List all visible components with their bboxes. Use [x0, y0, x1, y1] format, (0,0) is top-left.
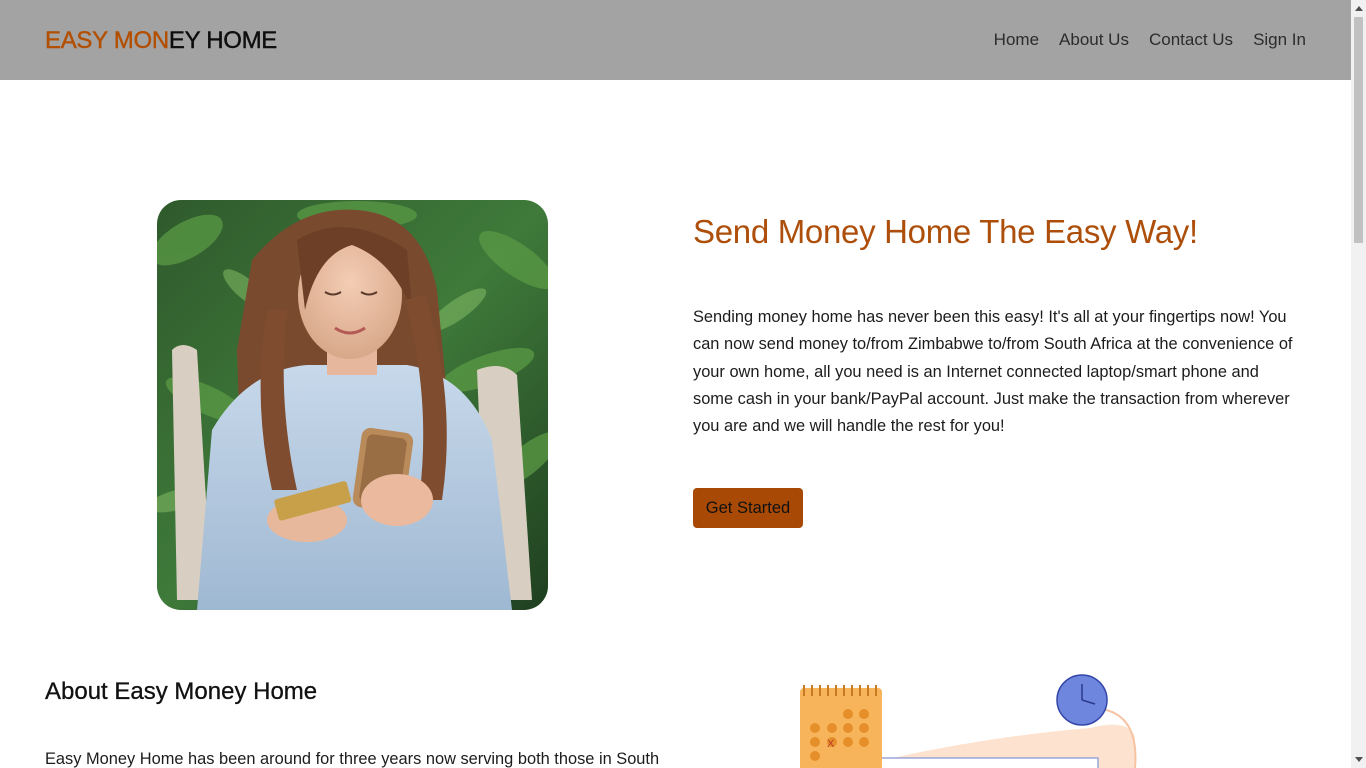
calendar-icon: X	[800, 685, 882, 768]
clock-icon	[1056, 674, 1108, 726]
nav-home[interactable]: Home	[994, 30, 1039, 50]
top-navbar: EASY MONEY HOME Home About Us Contact Us…	[0, 0, 1351, 80]
nav-about-us[interactable]: About Us	[1059, 30, 1129, 50]
brand-logo[interactable]: EASY MONEY HOME	[45, 27, 278, 55]
about-title: About Easy Money Home	[45, 678, 318, 705]
get-started-button[interactable]: Get Started	[693, 488, 803, 528]
page: EASY MONEY HOME Home About Us Contact Us…	[0, 0, 1351, 768]
vertical-scrollbar[interactable]	[1351, 0, 1366, 768]
nav-contact-us[interactable]: Contact Us	[1149, 30, 1233, 50]
main-nav: Home About Us Contact Us Sign In	[994, 30, 1306, 50]
svg-text:X: X	[827, 738, 835, 750]
brand-logo-part2: EY HOME	[168, 27, 278, 54]
brand-logo-part1: EASY MON	[45, 27, 170, 54]
hero-title: Send Money Home The Easy Way!	[693, 213, 1198, 250]
scroll-up-arrow[interactable]	[1351, 0, 1366, 17]
about-illustration: X	[790, 668, 1170, 768]
hero-paragraph: Sending money home has never been this e…	[693, 308, 1293, 436]
scroll-down-arrow[interactable]	[1351, 751, 1366, 768]
nav-sign-in[interactable]: Sign In	[1253, 30, 1306, 50]
hero-photo	[157, 200, 548, 610]
about-illustration-svg: X	[800, 674, 1137, 768]
woman-with-phone-photo	[157, 200, 548, 610]
about-paragraph: Easy Money Home has been around for thre…	[45, 750, 660, 768]
scrollbar-thumb[interactable]	[1354, 17, 1363, 243]
